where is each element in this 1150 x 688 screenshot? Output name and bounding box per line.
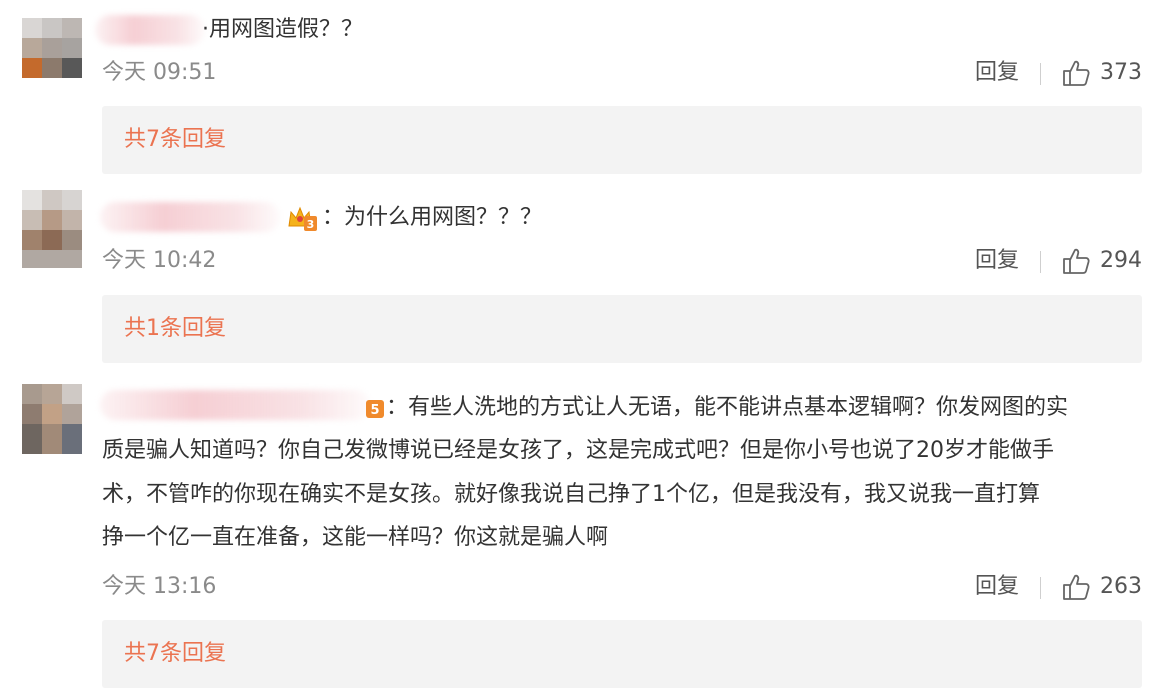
- avatar[interactable]: [22, 18, 82, 78]
- username-blurred[interactable]: [100, 202, 280, 232]
- reply-button[interactable]: 回复: [975, 246, 1019, 276]
- comment-text: ·用网图造假？？: [202, 17, 363, 42]
- comment-time: 今天 13:16: [102, 574, 217, 599]
- comment-text-line: 挣一个亿一直在准备，这能一样吗？你这就是骗人啊: [102, 525, 609, 550]
- badge-level: 5: [370, 403, 379, 418]
- view-replies-link[interactable]: 共1条回复: [124, 314, 226, 344]
- thumbs-up-icon[interactable]: [1062, 573, 1090, 601]
- username-blurred[interactable]: [100, 390, 370, 420]
- divider: [1040, 577, 1041, 599]
- avatar[interactable]: [22, 190, 82, 268]
- comment-item: 5 ：有些人洗地的方式让人无语，能不能讲点基本逻辑啊？你发网图的实 质是骗人知道…: [0, 370, 1150, 688]
- comment-text-line: 质是骗人知道吗？你自己发微博说已经是女孩了，这是完成式吧？但是你小号也说了20岁…: [102, 438, 1054, 463]
- badge-level: 3: [307, 218, 315, 231]
- comment-item: ·用网图造假？？ 今天 09:51 回复 373 共7条回复: [0, 0, 1150, 180]
- replies-bar[interactable]: 共1条回复: [102, 295, 1142, 363]
- reply-button[interactable]: 回复: [975, 58, 1019, 88]
- like-count: 373: [1100, 60, 1142, 85]
- crown-badge-icon: 3: [288, 206, 317, 231]
- like-count: 263: [1100, 574, 1142, 599]
- divider: [1040, 63, 1041, 85]
- divider: [1040, 251, 1041, 273]
- replies-bar[interactable]: 共7条回复: [102, 106, 1142, 174]
- thumbs-up-icon[interactable]: [1062, 59, 1090, 87]
- view-replies-link[interactable]: 共7条回复: [124, 125, 226, 155]
- comment-item: 3 ：为什么用网图？？？ 今天 10:42 回复 294 共1条回复: [0, 180, 1150, 370]
- comment-time: 今天 10:42: [102, 248, 217, 273]
- reply-button[interactable]: 回复: [975, 572, 1019, 602]
- like-count: 294: [1100, 248, 1142, 273]
- view-replies-link[interactable]: 共7条回复: [124, 639, 226, 669]
- comment-text: ：为什么用网图？？？: [322, 205, 543, 230]
- replies-bar[interactable]: 共7条回复: [102, 620, 1142, 688]
- comment-time: 今天 09:51: [102, 60, 217, 85]
- comment-text-line: ：有些人洗地的方式让人无语，能不能讲点基本逻辑啊？你发网图的实: [386, 395, 1069, 420]
- avatar[interactable]: [22, 384, 82, 454]
- username-blurred[interactable]: [95, 15, 205, 45]
- thumbs-up-icon[interactable]: [1062, 247, 1090, 275]
- comment-text-line: 术，不管咋的你现在确实不是女孩。就好像我说自己挣了1个亿，但是我没有，我又说我一…: [102, 482, 1041, 507]
